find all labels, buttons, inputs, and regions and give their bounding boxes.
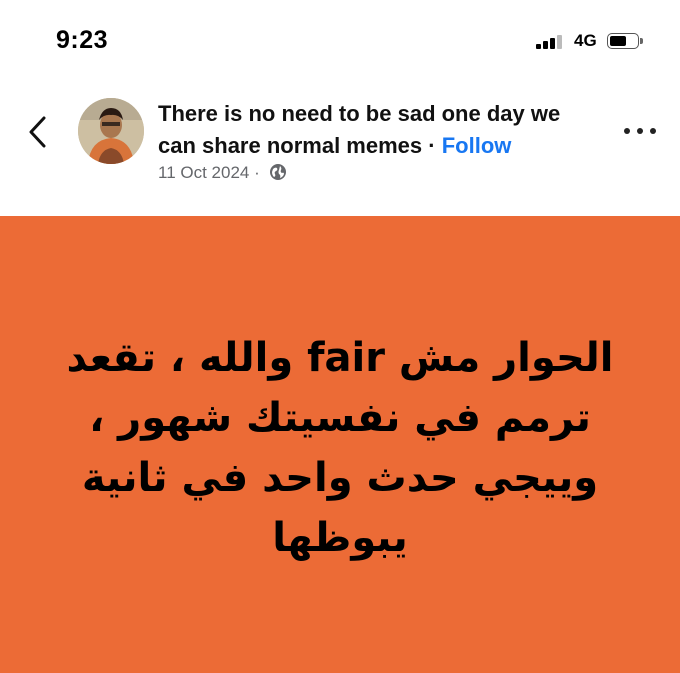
status-bar: 9:23 4G	[0, 0, 680, 80]
meme-line: ترمم في نفسيتك شهور ،	[89, 395, 591, 441]
chevron-left-icon	[29, 116, 46, 148]
meme-line: يبوظها	[272, 515, 408, 561]
more-options-button[interactable]	[624, 124, 658, 138]
post-title[interactable]: There is no need to be sad one day we ca…	[158, 98, 598, 162]
meta-separator: ·	[254, 163, 260, 182]
post-date[interactable]: 11 Oct 2024	[158, 163, 249, 182]
back-button[interactable]	[24, 115, 54, 149]
battery-icon	[607, 33, 643, 49]
status-time: 9:23	[56, 26, 109, 54]
avatar[interactable]	[78, 98, 144, 164]
post-header: There is no need to be sad one day we ca…	[0, 80, 680, 215]
network-type: 4G	[574, 31, 597, 50]
meme-image: الحوار مش fair والله ، تقعد ترمم في نفسي…	[0, 216, 680, 673]
title-separator: ·	[428, 133, 436, 158]
globe-icon	[269, 164, 286, 180]
signal-strength-icon	[536, 35, 566, 49]
meme-line: الحوار مش fair والله ، تقعد	[66, 335, 614, 381]
follow-button[interactable]: Follow	[442, 133, 512, 158]
meme-text: الحوار مش fair والله ، تقعد ترمم في نفسي…	[40, 328, 640, 568]
meme-line: وييجي حدث واحد في ثانية	[81, 455, 599, 501]
post-meta: 11 Oct 2024 ·	[158, 163, 287, 183]
avatar-image	[78, 98, 144, 164]
